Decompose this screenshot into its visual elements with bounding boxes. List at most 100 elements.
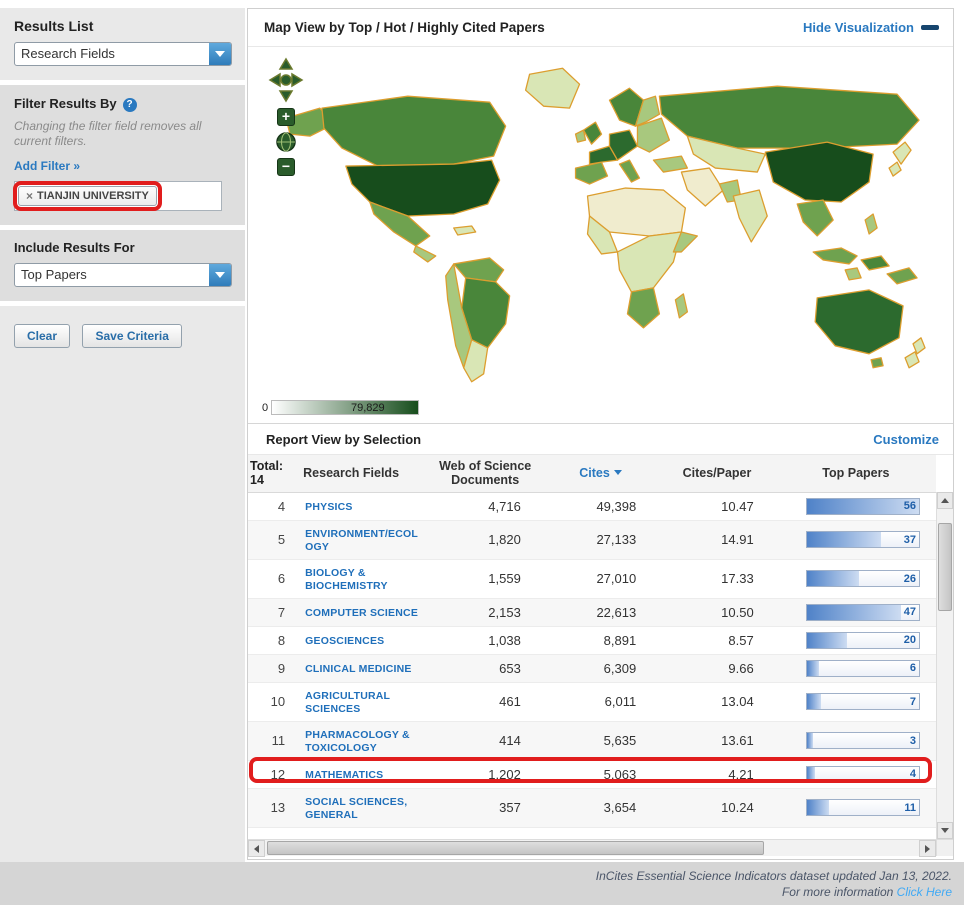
research-field-link[interactable]: BIOLOGY & BIOCHEMISTRY bbox=[305, 567, 388, 592]
research-field-link[interactable]: GEOSCIENCES bbox=[305, 635, 384, 647]
top-papers-bar: 11 bbox=[806, 799, 920, 816]
globe-icon[interactable] bbox=[275, 131, 297, 153]
help-icon[interactable]: ? bbox=[123, 98, 137, 112]
research-field-link[interactable]: ENVIRONMENT/ECOLOGY bbox=[305, 528, 418, 553]
table-row: 13SOCIAL SCIENCES, GENERAL3573,65410.241… bbox=[248, 788, 936, 827]
row-rank: 5 bbox=[248, 520, 297, 559]
table-scroll-area: Total: 14 Research Fields Web of Science… bbox=[248, 455, 953, 839]
horizontal-scroll-track[interactable] bbox=[265, 840, 919, 856]
table-row: 10AGRICULTURAL SCIENCES4616,01113.047 bbox=[248, 682, 936, 721]
remove-filter-icon[interactable]: × bbox=[26, 189, 33, 203]
filter-tag-label: TIANJIN UNIVERSITY bbox=[37, 190, 149, 202]
filter-input[interactable]: × TIANJIN UNIVERSITY bbox=[14, 181, 222, 211]
top-papers-bar: 20 bbox=[806, 632, 920, 649]
filter-note: Changing the filter field removes all cu… bbox=[14, 119, 224, 149]
top-papers-bar: 26 bbox=[806, 570, 920, 587]
scrollbar-corner bbox=[936, 840, 953, 856]
report-header: Report View by Selection Customize bbox=[248, 423, 953, 455]
map-legend: 0 79,829 bbox=[262, 400, 419, 415]
research-field-link[interactable]: MATHEMATICS bbox=[305, 769, 383, 781]
filter-results-title: Filter Results By bbox=[14, 96, 117, 111]
top-papers-value: 3 bbox=[910, 735, 916, 747]
results-list-dropdown[interactable]: Research Fields bbox=[14, 42, 232, 66]
wos-documents-value: 1,202 bbox=[427, 760, 542, 788]
vertical-scrollbar[interactable] bbox=[936, 492, 953, 839]
cites-per-paper-value: 10.24 bbox=[658, 788, 776, 827]
horizontal-scrollbar[interactable] bbox=[248, 839, 953, 856]
table-row: 11PHARMACOLOGY & TOXICOLOGY4145,63513.61… bbox=[248, 721, 936, 760]
research-field-link[interactable]: PHARMACOLOGY & TOXICOLOGY bbox=[305, 729, 410, 754]
include-results-dropdown-value: Top Papers bbox=[15, 264, 209, 286]
row-rank: 6 bbox=[248, 559, 297, 598]
wos-documents-value: 4,716 bbox=[427, 492, 542, 520]
report-table: Total: 14 Research Fields Web of Science… bbox=[248, 455, 936, 828]
research-field-link[interactable]: COMPUTER SCIENCE bbox=[305, 607, 418, 619]
customize-link[interactable]: Customize bbox=[873, 432, 939, 447]
top-papers-value: 4 bbox=[910, 768, 916, 780]
include-results-dropdown[interactable]: Top Papers bbox=[14, 263, 232, 287]
top-papers-bar: 47 bbox=[806, 604, 920, 621]
results-list-section: Results List Research Fields bbox=[0, 8, 245, 80]
zoom-out-button[interactable]: − bbox=[277, 158, 295, 176]
hide-visualization-link[interactable]: Hide Visualization bbox=[803, 20, 939, 35]
table-row: 12MATHEMATICS1,2025,0634.214 bbox=[248, 760, 936, 788]
table-row: 5ENVIRONMENT/ECOLOGY1,82027,13314.9137 bbox=[248, 520, 936, 559]
cites-per-paper-value: 14.91 bbox=[658, 520, 776, 559]
collapse-minus-icon bbox=[921, 25, 939, 30]
scroll-right-button[interactable] bbox=[919, 840, 936, 857]
research-field-link[interactable]: AGRICULTURAL SCIENCES bbox=[305, 690, 390, 715]
filter-tag[interactable]: × TIANJIN UNIVERSITY bbox=[18, 186, 157, 206]
research-field-link[interactable]: SOCIAL SCIENCES, GENERAL bbox=[305, 796, 407, 821]
save-criteria-button[interactable]: Save Criteria bbox=[82, 324, 181, 348]
table-row: 9CLINICAL MEDICINE6536,3099.666 bbox=[248, 654, 936, 682]
column-header-top-papers[interactable]: Top Papers bbox=[776, 455, 936, 492]
table-row: 8GEOSCIENCES1,0388,8918.5720 bbox=[248, 626, 936, 654]
cites-per-paper-value: 10.50 bbox=[658, 598, 776, 626]
research-field-link[interactable]: CLINICAL MEDICINE bbox=[305, 663, 411, 675]
wos-documents-value: 357 bbox=[427, 788, 542, 827]
cites-value: 22,613 bbox=[543, 598, 658, 626]
chevron-down-icon[interactable] bbox=[209, 43, 231, 65]
top-papers-bar: 4 bbox=[806, 766, 920, 783]
scroll-down-button[interactable] bbox=[937, 822, 953, 839]
vertical-scroll-thumb[interactable] bbox=[938, 523, 952, 611]
include-results-section: Include Results For Top Papers bbox=[0, 230, 245, 301]
scroll-up-button[interactable] bbox=[937, 492, 953, 509]
row-rank: 7 bbox=[248, 598, 297, 626]
pan-control-icon[interactable] bbox=[266, 57, 306, 103]
legend-gradient-bar: 79,829 bbox=[271, 400, 419, 415]
column-header-cites-per-paper[interactable]: Cites/Paper bbox=[658, 455, 776, 492]
main-panel: Map View by Top / Hot / Highly Cited Pap… bbox=[247, 8, 954, 860]
top-papers-bar: 7 bbox=[806, 693, 920, 710]
cites-per-paper-value: 4.21 bbox=[658, 760, 776, 788]
wos-documents-value: 414 bbox=[427, 721, 542, 760]
add-filter-link[interactable]: Add Filter » bbox=[14, 159, 80, 173]
table-row: 6BIOLOGY & BIOCHEMISTRY1,55927,01017.332… bbox=[248, 559, 936, 598]
row-rank: 4 bbox=[248, 492, 297, 520]
row-rank: 8 bbox=[248, 626, 297, 654]
world-map[interactable] bbox=[258, 51, 947, 391]
column-header-wos-documents[interactable]: Web of Science Documents bbox=[427, 455, 542, 492]
research-field-link[interactable]: PHYSICS bbox=[305, 501, 353, 513]
map-controls: + − bbox=[264, 57, 308, 176]
cites-per-paper-value: 13.61 bbox=[658, 721, 776, 760]
chevron-down-icon[interactable] bbox=[209, 264, 231, 286]
column-header-cites[interactable]: Cites bbox=[543, 455, 658, 492]
sidebar: Results List Research Fields Filter Resu… bbox=[0, 8, 245, 862]
zoom-in-button[interactable]: + bbox=[277, 108, 295, 126]
footer-more-info: For more information Click Here bbox=[782, 884, 952, 900]
scroll-left-button[interactable] bbox=[248, 840, 265, 857]
cites-per-paper-value: 13.04 bbox=[658, 682, 776, 721]
horizontal-scroll-thumb[interactable] bbox=[267, 841, 764, 855]
top-papers-bar: 37 bbox=[806, 531, 920, 548]
column-header-research-fields[interactable]: Research Fields bbox=[297, 455, 427, 492]
cites-value: 3,654 bbox=[543, 788, 658, 827]
sidebar-actions: Clear Save Criteria bbox=[0, 306, 245, 866]
legend-min-label: 0 bbox=[262, 402, 268, 414]
top-papers-value: 26 bbox=[904, 573, 916, 585]
cites-value: 5,635 bbox=[543, 721, 658, 760]
click-here-link[interactable]: Click Here bbox=[897, 885, 952, 899]
top-papers-value: 6 bbox=[910, 662, 916, 674]
cites-per-paper-value: 17.33 bbox=[658, 559, 776, 598]
clear-button[interactable]: Clear bbox=[14, 324, 70, 348]
